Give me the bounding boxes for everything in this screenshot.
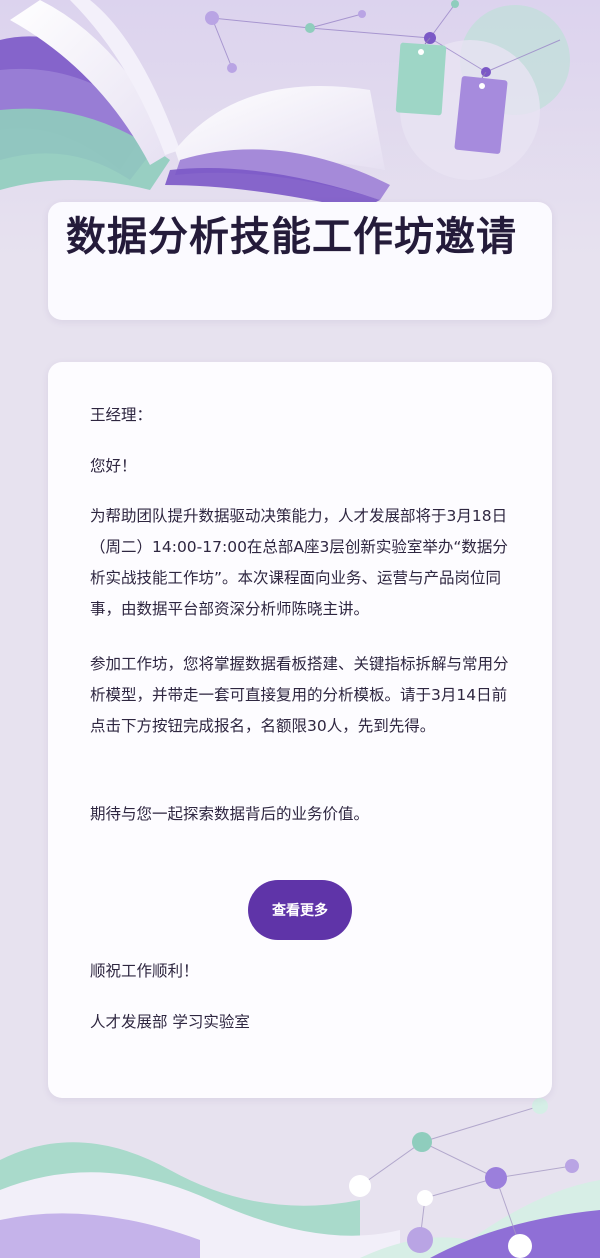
closing-line: 顺祝工作顺利！ [90, 962, 199, 980]
signature: 人才发展部 学习实验室 [90, 1013, 250, 1031]
page-title: 数据分析技能工作坊邀请 [66, 214, 517, 260]
salutation: 王经理： [90, 406, 153, 424]
letter-card: 王经理： 您好！ 为帮助团队提升数据驱动决策能力，人才发展部将于3月18日（周二… [48, 362, 552, 1098]
view-more-button[interactable]: 查看更多 [248, 880, 352, 940]
greeting: 您好！ [90, 457, 137, 475]
body-paragraph-1: 为帮助团队提升数据驱动决策能力，人才发展部将于3月18日（周二）14:00-17… [90, 507, 508, 618]
footer-illustration [0, 1080, 600, 1258]
body-paragraph-2: 参加工作坊，您将掌握数据看板搭建、关键指标拆解与常用分析模型，并带走一套可直接复… [90, 655, 509, 735]
title-card: 数据分析技能工作坊邀请 [48, 202, 552, 320]
body-paragraph-3: 期待与您一起探索数据背后的业务价值。 [90, 805, 370, 823]
